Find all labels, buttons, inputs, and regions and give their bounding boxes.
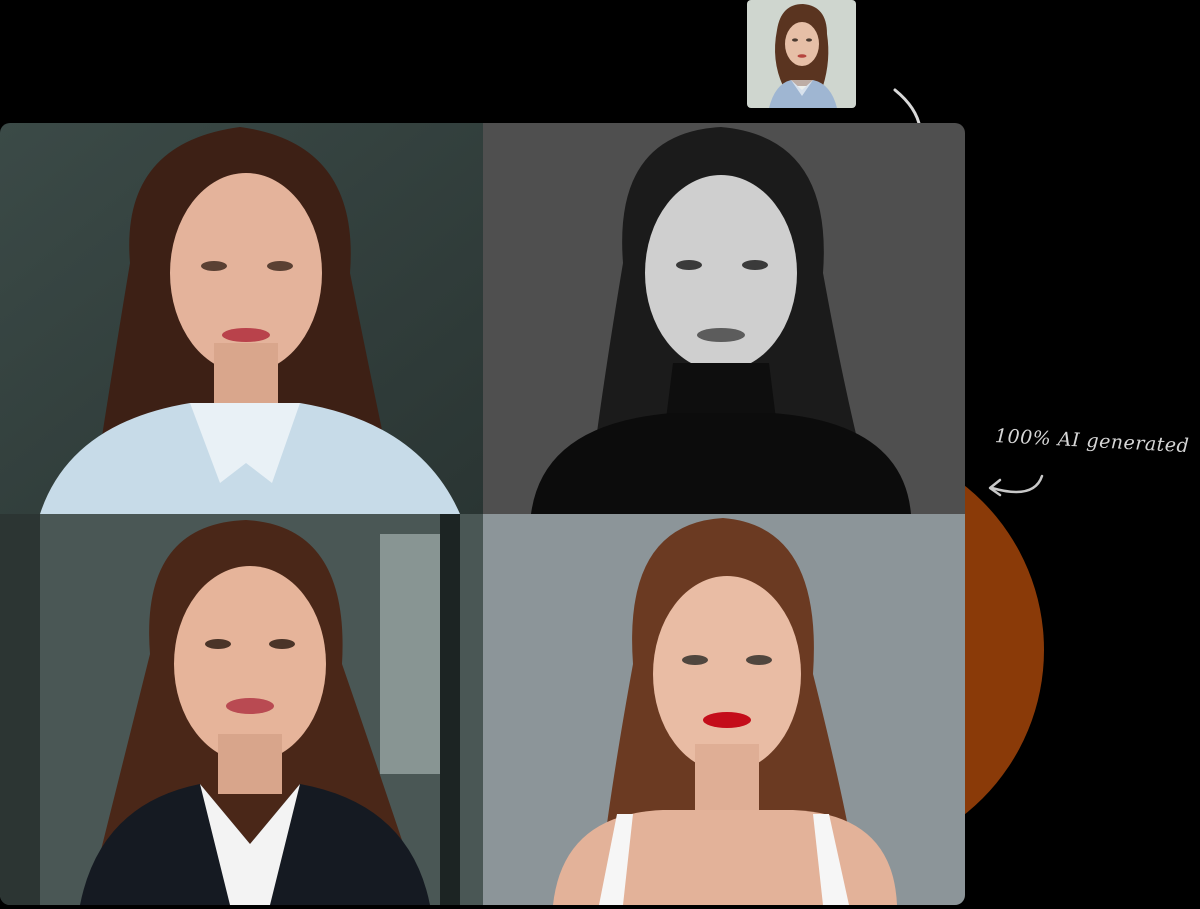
portrait-tile bbox=[483, 514, 965, 905]
portrait-office-blazer-icon bbox=[0, 514, 483, 905]
ai-generated-caption: 100% AI generated bbox=[994, 425, 1190, 458]
caption-arrow-icon bbox=[988, 474, 1044, 497]
portrait-black-white-turtleneck-icon bbox=[483, 123, 965, 514]
reference-photo bbox=[747, 0, 856, 108]
portrait-light-blue-shirt-icon bbox=[0, 123, 483, 514]
stage: 100% AI generated bbox=[0, 0, 1200, 909]
portrait-tile bbox=[0, 514, 483, 905]
reference-photo-image bbox=[747, 0, 856, 108]
portrait-tile bbox=[483, 123, 965, 514]
portrait-white-top-red-lips-icon bbox=[483, 514, 965, 905]
portrait-grid bbox=[0, 123, 965, 905]
portrait-tile bbox=[0, 123, 483, 514]
